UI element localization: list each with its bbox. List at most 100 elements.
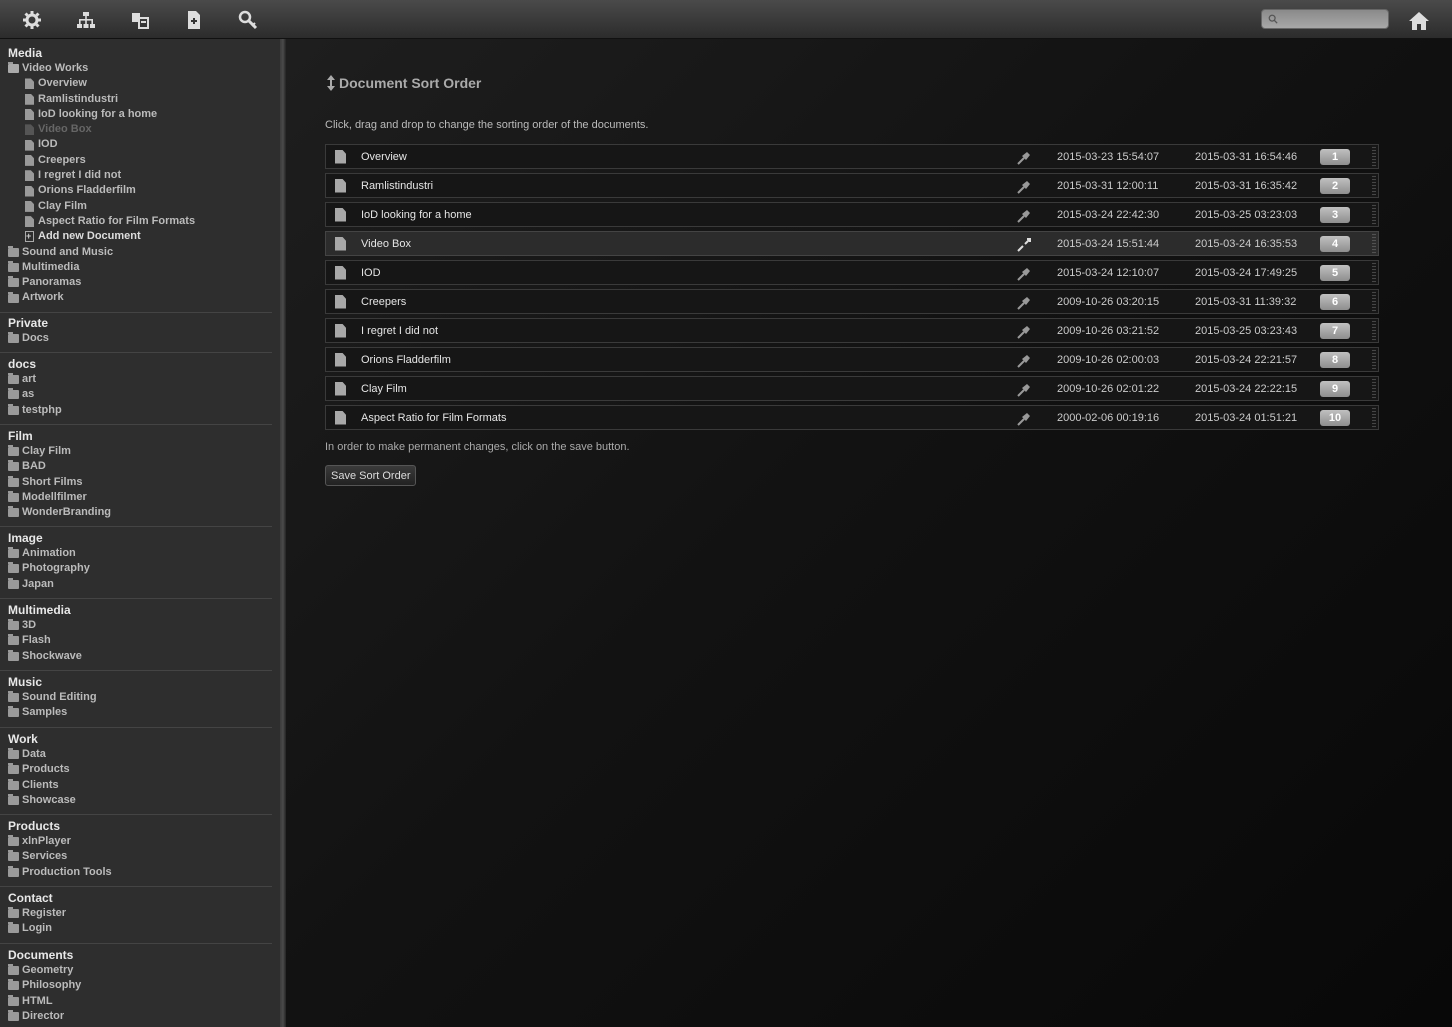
drag-handle[interactable] — [1372, 349, 1376, 370]
sidebar-document-item[interactable]: Video Box — [8, 122, 264, 137]
sidebar-item[interactable]: Video Works — [8, 61, 264, 76]
document-row[interactable]: Ramlistindustri 2015-03-31 12:00:11 2015-0… — [325, 173, 1379, 198]
gear-icon[interactable] — [20, 8, 44, 32]
sidebar-document-item[interactable]: IOD — [8, 137, 264, 152]
document-title: Overview — [361, 150, 407, 163]
sidebar-item[interactable]: BAD — [8, 459, 264, 474]
sidebar-section-title[interactable]: docs — [8, 357, 264, 372]
sidebar-item[interactable]: testphp — [8, 403, 264, 418]
sidebar-item-label: Samples — [22, 706, 68, 719]
sidebar-section-title[interactable]: Work — [8, 732, 264, 747]
sidebar-item[interactable]: Modellfilmer — [8, 490, 264, 505]
sidebar-document-item[interactable]: Overview — [8, 76, 264, 91]
modified-date: 2015-03-25 03:23:03 — [1195, 208, 1298, 221]
sidebar-item[interactable]: Products — [8, 762, 264, 777]
sidebar-item[interactable]: 3D — [8, 618, 264, 633]
sidebar-item[interactable]: Samples — [8, 705, 264, 720]
sidebar-item[interactable]: Showcase — [8, 793, 264, 808]
sidebar-document-item[interactable]: Orions Fladderfilm — [8, 183, 264, 198]
sidebar-item[interactable]: Sound and Music — [8, 245, 264, 260]
sidebar-item[interactable]: Production Tools — [8, 865, 264, 880]
sidebar-section-title[interactable]: Documents — [8, 948, 264, 963]
search-field[interactable] — [1261, 9, 1389, 29]
document-row[interactable]: I regret I did not 2009-10-26 03:21:52 201… — [325, 318, 1379, 343]
sidebar-section-title[interactable]: Image — [8, 531, 264, 546]
sidebar-document-item[interactable]: I regret I did not — [8, 168, 264, 183]
sidebar-section-title[interactable]: Products — [8, 819, 264, 834]
pin-icon[interactable] — [1016, 382, 1032, 398]
sidebar-section-title[interactable]: Film — [8, 429, 264, 444]
sidebar-item[interactable]: Register — [8, 906, 264, 921]
add-new-document-link[interactable]: Add new Document — [8, 229, 264, 245]
sidebar-item[interactable]: Data — [8, 747, 264, 762]
save-sort-order-button[interactable]: Save Sort Order — [325, 465, 417, 486]
pin-icon[interactable] — [1016, 208, 1032, 224]
sidebar-item[interactable]: Docs — [8, 331, 264, 346]
document-row[interactable]: Video Box 2015-03-24 15:51:44 2015-03-24 1… — [325, 231, 1379, 256]
drag-handle[interactable] — [1372, 175, 1376, 196]
sidebar-item[interactable]: Shockwave — [8, 649, 264, 664]
pin-icon[interactable] — [1016, 324, 1032, 340]
drag-handle[interactable] — [1372, 262, 1376, 283]
pin-icon[interactable] — [1016, 150, 1032, 166]
sidebar-item[interactable]: Flash — [8, 633, 264, 648]
sidebar-document-item[interactable]: Clay Film — [8, 199, 264, 214]
sidebar-item[interactable]: Login — [8, 921, 264, 936]
sidebar-item[interactable]: Philosophy — [8, 978, 264, 993]
drag-handle[interactable] — [1372, 146, 1376, 167]
sidebar-item[interactable]: Artwork — [8, 290, 264, 305]
drag-handle[interactable] — [1372, 407, 1376, 428]
home-icon[interactable] — [1408, 10, 1430, 32]
drag-handle[interactable] — [1372, 378, 1376, 399]
sidebar-item[interactable]: xlnPlayer — [8, 834, 264, 849]
document-row[interactable]: Clay Film 2009-10-26 02:01:22 2015-03-24 2… — [325, 376, 1379, 401]
sidebar-item[interactable]: as — [8, 387, 264, 402]
document-row[interactable]: Aspect Ratio for Film Formats 2000-02-06 … — [325, 405, 1379, 430]
sidebar-item[interactable]: Sound Editing — [8, 690, 264, 705]
pin-icon[interactable] — [1016, 266, 1032, 282]
sidebar-item[interactable]: Short Films — [8, 475, 264, 490]
document-row[interactable]: Orions Fladderfilm 2009-10-26 02:00:03 201… — [325, 347, 1379, 372]
document-row[interactable]: Creepers 2009-10-26 03:20:15 2015-03-31 11… — [325, 289, 1379, 314]
sidebar-item[interactable]: HTML — [8, 994, 264, 1009]
sidebar-document-item[interactable]: Creepers — [8, 153, 264, 168]
sidebar-item[interactable]: Japan — [8, 577, 264, 592]
pin-icon[interactable] — [1016, 295, 1032, 311]
sidebar-item[interactable]: Director — [8, 1009, 264, 1024]
sidebar-item[interactable]: Services — [8, 849, 264, 864]
sidebar-section-title[interactable]: Music — [8, 675, 264, 690]
new-document-icon[interactable] — [182, 8, 206, 32]
document-row[interactable]: IOD 2015-03-24 12:10:07 2015-03-24 17:49:2… — [325, 260, 1379, 285]
sidebar-item[interactable]: Clay Film — [8, 444, 264, 459]
pin-icon[interactable] — [1016, 179, 1032, 195]
pin-icon[interactable] — [1016, 411, 1032, 427]
drag-handle[interactable] — [1372, 320, 1376, 341]
sidebar-document-item[interactable]: Aspect Ratio for Film Formats — [8, 214, 264, 229]
sidebar-item[interactable]: art — [8, 372, 264, 387]
copy-icon[interactable] — [128, 8, 152, 32]
sidebar-item[interactable]: Clients — [8, 778, 264, 793]
search-key-icon[interactable] — [236, 8, 260, 32]
folder-icon — [8, 634, 19, 646]
sitemap-icon[interactable] — [74, 8, 98, 32]
pin-icon[interactable] — [1016, 353, 1032, 369]
document-row[interactable]: Overview 2015-03-23 15:54:07 2015-03-31 16… — [325, 144, 1379, 169]
sidebar-item[interactable]: Photography — [8, 561, 264, 576]
drag-handle[interactable] — [1372, 204, 1376, 225]
sidebar-item[interactable]: Geometry — [8, 963, 264, 978]
sidebar-section-title[interactable]: Media — [8, 46, 264, 61]
unpin-icon[interactable] — [1016, 237, 1032, 253]
drag-handle[interactable] — [1372, 233, 1376, 254]
sidebar-item[interactable]: WonderBranding — [8, 505, 264, 520]
sidebar-item[interactable]: Animation — [8, 546, 264, 561]
drag-handle[interactable] — [1372, 291, 1376, 312]
search-input[interactable] — [1282, 13, 1382, 25]
sidebar-section-title[interactable]: Multimedia — [8, 603, 264, 618]
sidebar-item[interactable]: Panoramas — [8, 275, 264, 290]
sidebar-item[interactable]: Multimedia — [8, 260, 264, 275]
document-row[interactable]: IoD looking for a home 2015-03-24 22:42:3… — [325, 202, 1379, 227]
sidebar-section-title[interactable]: Private — [8, 316, 264, 331]
sidebar-section-title[interactable]: Contact — [8, 891, 264, 906]
sidebar-document-item[interactable]: IoD looking for a home — [8, 107, 264, 122]
sidebar-document-item[interactable]: Ramlistindustri — [8, 92, 264, 107]
